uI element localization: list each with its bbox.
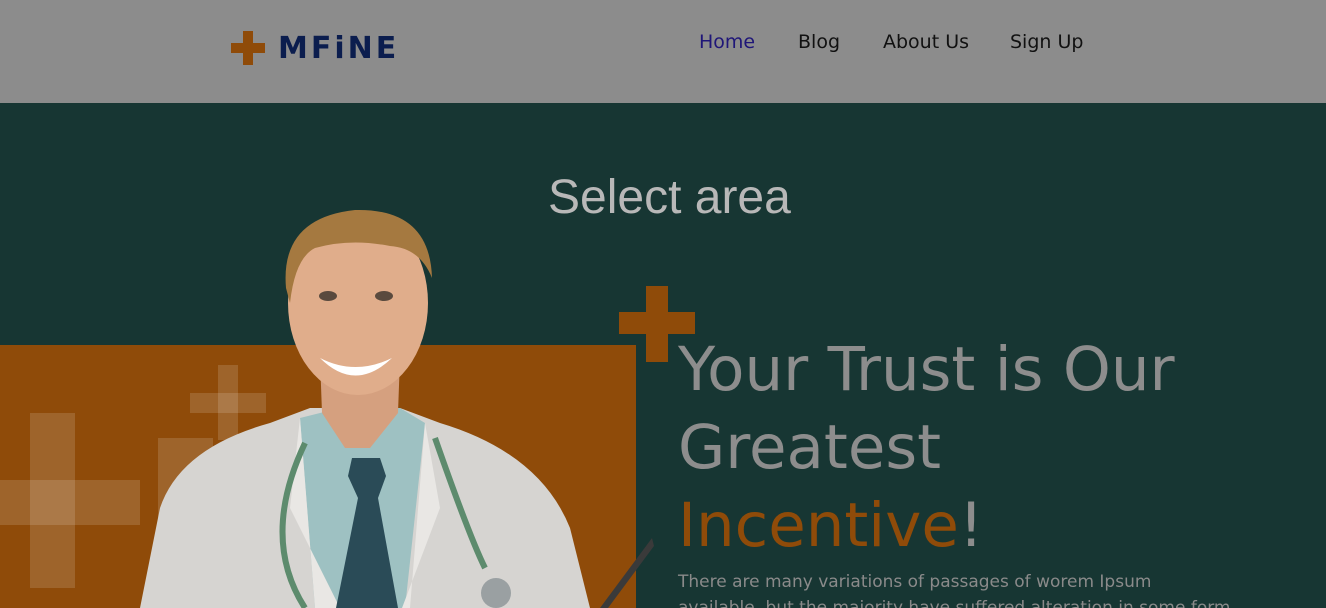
plus-icon: [619, 286, 695, 362]
logo[interactable]: MFiNE: [231, 30, 400, 66]
headline-accent: Incentive: [678, 490, 959, 561]
headline-exclamation: !: [958, 490, 984, 561]
nav-blog[interactable]: Blog: [798, 28, 840, 56]
nav-about-us[interactable]: About Us: [883, 28, 969, 56]
plus-icon: [231, 31, 265, 65]
hero-headline: Your Trust is Our Greatest Incentive!: [678, 331, 1298, 565]
doctor-image: [140, 209, 654, 608]
decorative-cross-bar: [0, 480, 140, 525]
nav-sign-up[interactable]: Sign Up: [1010, 28, 1083, 56]
hero-paragraph: There are many variations of passages of…: [678, 572, 1236, 608]
select-area-overlay-label: Select area: [548, 171, 791, 224]
brand-name: MFiNE: [278, 30, 400, 66]
headline-line-1: Your Trust is Our: [678, 334, 1175, 405]
headline-line-2: Greatest: [678, 412, 942, 483]
nav-home[interactable]: Home: [699, 28, 755, 56]
site-header: MFiNE Home Blog About Us Sign Up: [0, 0, 1326, 103]
